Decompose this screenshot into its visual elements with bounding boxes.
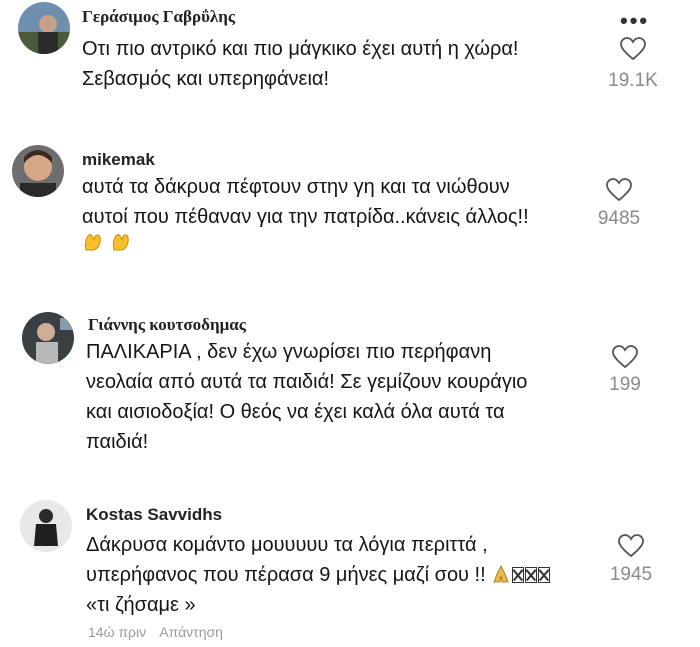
heart-icon[interactable] [620,37,646,61]
heart-icon[interactable] [612,345,638,369]
more-options-icon[interactable]: ••• [620,8,649,34]
like-count: 1945 [609,564,653,585]
comment-meta-cut: ▬▬▬▬ ▬▬▬ ▬▬▬▬▬▬▬▬ [82,266,300,272]
like-count: 9485 [597,208,641,229]
missing-glyph-icon [512,567,525,583]
emoji-row [82,230,138,252]
like-count: 19.1K [608,70,658,91]
heart-icon[interactable] [606,178,632,202]
reply-button[interactable]: Απάντηση [159,624,223,640]
comment-text-line: «τι ζήσαμε » [86,594,196,616]
comment-text: Οτι πιο αντρικό και πιο μάγκικο έχει αυτ… [82,38,519,90]
username[interactable]: mikemak [82,150,155,170]
comment-text: Δάκρυσα κομάντο μουυυυυ τα λόγια περιττά… [86,530,551,620]
comment-text: αυτά τα δάκρυα πέφτουν στην γη και τα νι… [82,176,529,228]
clap-hands-icon [112,234,129,251]
avatar[interactable] [18,2,70,54]
comment-text: ΠΑΛΙΚΑΡΙΑ , δεν έχω γνωρίσει πιο περήφαν… [86,341,528,453]
comment-text-line: υπερήφανος που πέρασα 9 μήνες μαζί σου !… [86,560,551,590]
avatar[interactable] [22,312,74,364]
clap-hands-icon [84,234,101,251]
username[interactable]: Γιάννης κουτσοδημας [88,315,246,335]
comment-meta-cut: ▬▬▬ ▬▬▬▬ ▬▬▬▬▬▬▬ [82,99,286,105]
missing-glyph-icon [538,567,551,583]
comment-meta: 14ώ πριν Απάντηση [88,624,233,640]
missing-glyph-icon [525,567,538,583]
avatar[interactable] [12,145,64,197]
like-count: 199 [609,374,641,395]
comment-text-span: υπερήφανος που πέρασα 9 μήνες μαζί σου !… [86,564,492,586]
username[interactable]: Kostas Savvidhs [86,505,222,525]
comment-time: 14ώ πριν [88,624,147,640]
comment-text-line: Δάκρυσα κομάντο μουυυυυ τα λόγια περιττά… [86,534,488,556]
heart-icon[interactable] [618,534,644,558]
username[interactable]: Γεράσιμος Γαβρΰλης [82,7,235,27]
avatar[interactable] [20,500,72,552]
praying-hands-icon [493,565,509,583]
